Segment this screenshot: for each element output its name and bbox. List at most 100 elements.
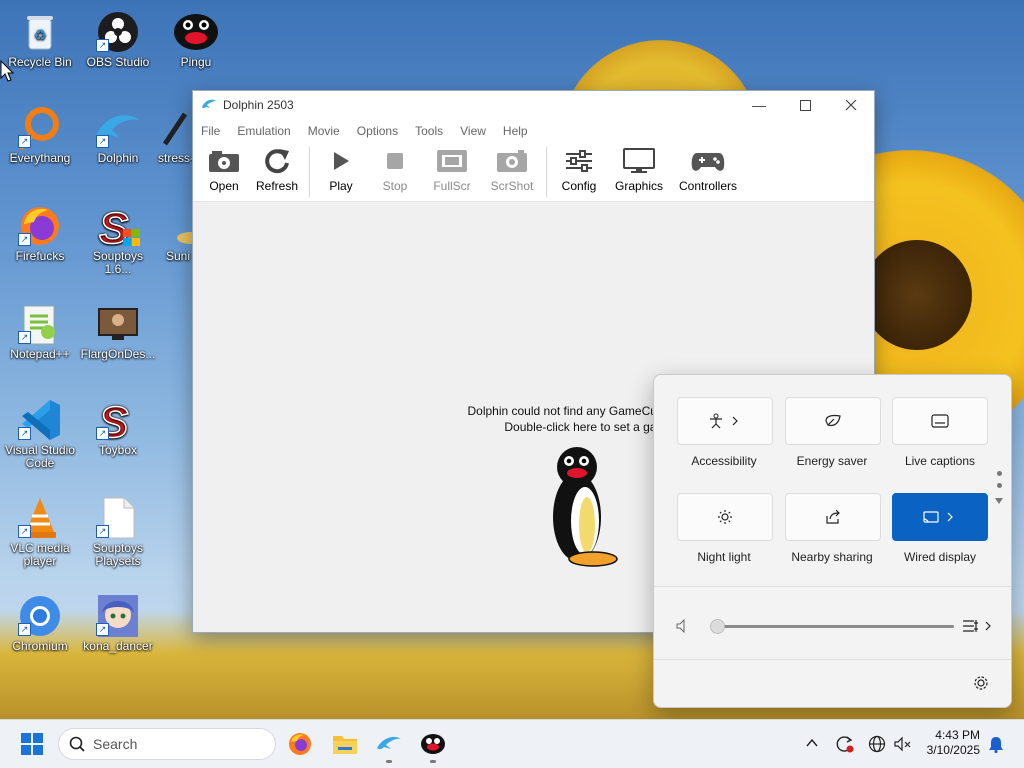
- fullscreen-icon: [437, 150, 467, 172]
- refresh-icon: [265, 149, 289, 174]
- screenshot-button[interactable]: ScrShot: [482, 147, 542, 193]
- desktop-icon-everythang[interactable]: ↗ Everythang: [0, 106, 80, 165]
- gamepad-icon: [691, 153, 725, 171]
- accessibility-tile[interactable]: [677, 397, 773, 445]
- wired-display-label: Wired display: [903, 550, 977, 564]
- config-sliders-icon: [566, 150, 592, 172]
- speaker-muted-icon[interactable]: [676, 619, 690, 633]
- menu-file[interactable]: File: [201, 124, 220, 138]
- live-captions-tile[interactable]: [892, 397, 988, 445]
- taskbar-pingu[interactable]: [418, 729, 448, 763]
- svg-text:♻: ♻: [34, 27, 47, 43]
- wired-display-tile[interactable]: [892, 493, 988, 541]
- taskbar-clock[interactable]: 4:43 PM 3/10/2025: [927, 728, 980, 758]
- dolphin-icon: [201, 98, 217, 113]
- fullscreen-button[interactable]: FullScr: [422, 147, 482, 193]
- menu-bar: File Emulation Movie Options Tools View …: [193, 119, 874, 143]
- desktop-icon-chromium[interactable]: ↗ Chromium: [0, 594, 80, 653]
- menu-movie[interactable]: Movie: [308, 124, 340, 138]
- toolbar: Open Refresh Play Stop FullScr ScrShot C…: [193, 143, 874, 202]
- search-magnifier-icon: ↗: [16, 106, 64, 150]
- network-globe-icon[interactable]: [868, 735, 886, 753]
- maximize-button[interactable]: [782, 91, 828, 119]
- energy-saver-tile[interactable]: [785, 397, 881, 445]
- clock-date: 3/10/2025: [926, 743, 980, 757]
- toolbar-separator: [546, 147, 547, 197]
- sun-icon: [718, 510, 732, 524]
- minimize-button[interactable]: —: [736, 91, 782, 119]
- desktop-icon-firefox[interactable]: ↗ Firefucks: [0, 204, 80, 263]
- firefox-icon: [289, 733, 311, 755]
- desktop-icon-vscode[interactable]: ↗ Visual Studio Code: [0, 398, 80, 470]
- title-bar[interactable]: Dolphin 2503 —: [193, 91, 874, 119]
- desktop-icon-souptoys-playsets[interactable]: ↗ Souptoys Playsets: [78, 496, 158, 568]
- sunflower-center: [862, 240, 972, 350]
- config-button[interactable]: Config: [551, 147, 607, 193]
- page-indicator[interactable]: [995, 471, 1003, 507]
- folder-icon: [333, 736, 357, 754]
- menu-view[interactable]: View: [460, 124, 486, 138]
- leaf-icon: [825, 414, 841, 427]
- desktop-icon-pingu[interactable]: Pingu: [156, 10, 236, 69]
- taskbar-file-explorer[interactable]: [330, 729, 360, 759]
- nearby-sharing-tile[interactable]: [785, 493, 881, 541]
- desktop-icon-suni[interactable]: Suni: [158, 204, 194, 263]
- live-captions-label: Live captions: [904, 454, 976, 468]
- night-light-label: Night light: [697, 550, 751, 564]
- open-button[interactable]: Open: [199, 147, 249, 193]
- volume-slider[interactable]: [710, 619, 954, 634]
- app-icon: [158, 204, 194, 248]
- chevron-up-icon[interactable]: [806, 738, 818, 748]
- audio-output-icon[interactable]: [962, 617, 992, 635]
- stop-button[interactable]: Stop: [368, 147, 422, 193]
- toolbar-separator: [309, 147, 310, 197]
- update-sync-icon[interactable]: [836, 735, 854, 753]
- windows-start-icon[interactable]: [21, 733, 43, 755]
- controllers-button[interactable]: Controllers: [671, 147, 745, 193]
- desktop-icon-toybox[interactable]: S ↗ Toybox: [78, 397, 158, 457]
- volume-slider-thumb[interactable]: [710, 619, 725, 634]
- desktop-icon-stress[interactable]: stress-: [150, 106, 194, 165]
- desktop-icon-souptoys[interactable]: S Souptoys 1.6...: [78, 203, 158, 276]
- night-light-tile[interactable]: [677, 493, 773, 541]
- open-disc-icon: [209, 151, 239, 172]
- share-icon: [826, 509, 840, 524]
- menu-emulation[interactable]: Emulation: [237, 124, 290, 138]
- running-indicator: [386, 760, 392, 763]
- close-icon: [845, 99, 857, 111]
- menu-help[interactable]: Help: [503, 124, 528, 138]
- obs-icon: ↗: [94, 10, 142, 54]
- menu-options[interactable]: Options: [357, 124, 398, 138]
- notification-bell-icon[interactable]: [988, 736, 1004, 753]
- menu-tools[interactable]: Tools: [415, 124, 443, 138]
- firefox-icon: ↗: [16, 204, 64, 248]
- pingu-icon: [172, 10, 220, 54]
- running-indicator: [430, 760, 436, 763]
- souptoys-icon: S ↗: [94, 397, 142, 443]
- maximize-icon: [799, 99, 811, 111]
- desktop-icon-vlc[interactable]: ↗ VLC media player: [0, 496, 80, 568]
- document-icon: ↗: [94, 496, 142, 540]
- accessibility-icon: [710, 413, 738, 429]
- desktop-icon-kona-dancer[interactable]: ↗ kona_dancer: [78, 594, 158, 653]
- taskbar-firefox[interactable]: [285, 729, 315, 759]
- volume-muted-icon[interactable]: [894, 735, 912, 753]
- desktop-icon-flargondes[interactable]: FlargOnDes...: [78, 302, 158, 361]
- refresh-button[interactable]: Refresh: [249, 147, 305, 193]
- close-button[interactable]: [828, 91, 874, 119]
- settings-gear-icon[interactable]: [973, 675, 989, 691]
- desktop-icon-notepadpp[interactable]: ↗ Notepad++: [0, 302, 80, 361]
- taskbar-search-box[interactable]: Search: [58, 728, 276, 760]
- play-icon: [334, 152, 349, 170]
- desktop-icon-obs[interactable]: ↗ OBS Studio: [78, 10, 158, 69]
- nearby-sharing-label: Nearby sharing: [791, 550, 873, 564]
- chromium-icon: ↗: [16, 594, 64, 638]
- page-dot: [996, 483, 1002, 488]
- desktop-icon-dolphin[interactable]: ↗ Dolphin: [78, 106, 158, 165]
- taskbar-dolphin[interactable]: [374, 729, 404, 763]
- divider: [654, 586, 1011, 587]
- graphics-button[interactable]: Graphics: [607, 147, 671, 193]
- play-button[interactable]: Play: [314, 147, 368, 193]
- chevron-down-icon: [995, 498, 1003, 504]
- energy-saver-label: Energy saver: [796, 454, 868, 468]
